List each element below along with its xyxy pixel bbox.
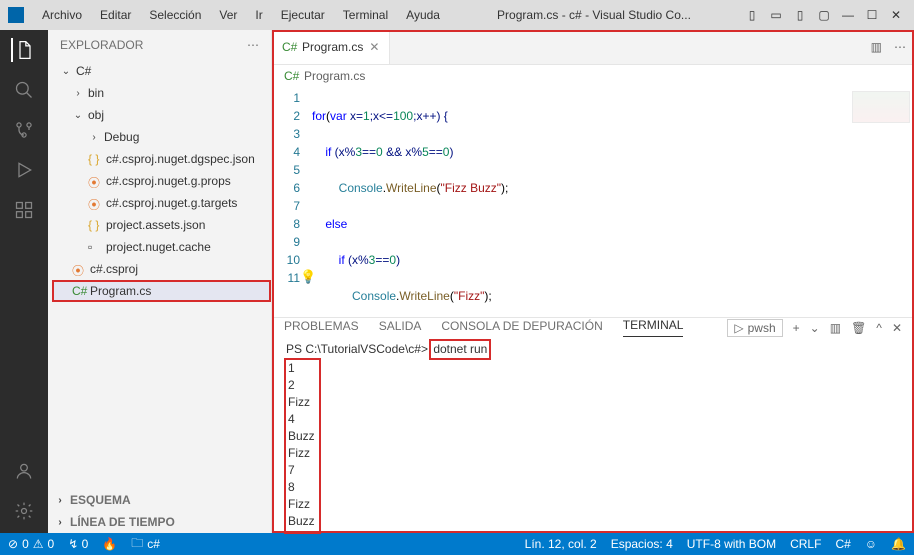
tree-file[interactable]: ⦿c#.csproj.nuget.g.props bbox=[52, 170, 271, 192]
extensions-icon[interactable] bbox=[12, 198, 36, 222]
menu-go[interactable]: Ir bbox=[247, 4, 270, 26]
close-tab-icon[interactable]: ✕ bbox=[369, 40, 379, 54]
status-spaces[interactable]: Espacios: 4 bbox=[611, 537, 673, 551]
close-button[interactable]: ✕ bbox=[886, 5, 906, 25]
layout-bottom-icon[interactable]: ▭ bbox=[766, 5, 786, 25]
tab-program[interactable]: C# Program.cs ✕ bbox=[272, 30, 390, 64]
menu-terminal[interactable]: Terminal bbox=[335, 4, 396, 26]
json-icon: { } bbox=[88, 218, 102, 232]
terminal-prompt: PS C:\TutorialVSCode\c#> bbox=[286, 342, 428, 356]
xml-icon: ⦿ bbox=[72, 262, 86, 276]
file-icon: ▫ bbox=[88, 240, 102, 254]
status-lang[interactable]: C# bbox=[835, 537, 850, 551]
csharp-icon: C# bbox=[72, 284, 86, 298]
menu-file[interactable]: Archivo bbox=[34, 4, 90, 26]
timeline-section[interactable]: ›LÍNEA DE TIEMPO bbox=[48, 511, 271, 533]
activity-bar bbox=[0, 30, 48, 533]
panel-tabs: PROBLEMAS SALIDA CONSOLA DE DEPURACIÓN T… bbox=[272, 318, 914, 337]
menu-selection[interactable]: Selección bbox=[141, 4, 209, 26]
tree-file[interactable]: ⦿c#.csproj bbox=[52, 258, 271, 280]
sidebar-header: EXPLORADOR ⋯ bbox=[48, 30, 271, 60]
tree-file[interactable]: ⦿c#.csproj.nuget.g.targets bbox=[52, 192, 271, 214]
source-control-icon[interactable] bbox=[12, 118, 36, 142]
status-flame[interactable]: 🔥 bbox=[102, 537, 117, 551]
tree-folder-obj[interactable]: ⌄obj bbox=[52, 104, 271, 126]
tree-root[interactable]: ⌄C# bbox=[52, 60, 271, 82]
terminal-command: dotnet run bbox=[431, 341, 489, 358]
file-tree: ⌄C# ›bin ⌄obj ›Debug { }c#.csproj.nuget.… bbox=[48, 60, 271, 489]
tree-folder-debug[interactable]: ›Debug bbox=[52, 126, 271, 148]
status-encoding[interactable]: UTF-8 with BOM bbox=[687, 537, 776, 551]
panel-tab-terminal[interactable]: TERMINAL bbox=[623, 318, 684, 337]
split-editor-icon[interactable]: ▥ bbox=[871, 40, 882, 54]
layout-custom-icon[interactable]: ▢ bbox=[814, 5, 834, 25]
minimap[interactable] bbox=[852, 91, 910, 123]
trash-icon[interactable]: 🗑 bbox=[851, 321, 866, 335]
account-icon[interactable] bbox=[12, 459, 36, 483]
tab-label: Program.cs bbox=[302, 40, 363, 54]
chevron-down-icon[interactable]: ⌄ bbox=[810, 321, 820, 335]
tab-bar: C# Program.cs ✕ ▥ ⋯ bbox=[272, 30, 914, 65]
status-errors[interactable]: ⊘ 0 ⚠ 0 bbox=[8, 537, 54, 551]
csharp-icon: C# bbox=[282, 40, 296, 54]
status-feedback[interactable]: ☺ bbox=[865, 537, 877, 551]
menu-edit[interactable]: Editar bbox=[92, 4, 139, 26]
explorer-title: EXPLORADOR bbox=[60, 38, 143, 52]
tree-folder-bin[interactable]: ›bin bbox=[52, 82, 271, 104]
panel-tab-output[interactable]: SALIDA bbox=[379, 319, 422, 337]
sidebar: EXPLORADOR ⋯ ⌄C# ›bin ⌄obj ›Debug { }c#.… bbox=[48, 30, 272, 533]
maximize-button[interactable]: ☐ bbox=[862, 5, 882, 25]
vscode-logo-icon bbox=[8, 7, 24, 23]
tree-file[interactable]: { }c#.csproj.nuget.dgspec.json bbox=[52, 148, 271, 170]
panel-tab-debug[interactable]: CONSOLA DE DEPURACIÓN bbox=[441, 319, 602, 337]
xml-icon: ⦿ bbox=[88, 196, 102, 210]
explorer-icon[interactable] bbox=[11, 38, 35, 62]
bottom-panel: PROBLEMAS SALIDA CONSOLA DE DEPURACIÓN T… bbox=[272, 317, 914, 533]
layout-right-icon[interactable]: ▯ bbox=[790, 5, 810, 25]
code-editor[interactable]: 💡 1234567891011 for(var x=1;x<=100;x++) … bbox=[272, 87, 914, 317]
run-debug-icon[interactable] bbox=[12, 158, 36, 182]
window-title: Program.cs - c# - Visual Studio Co... bbox=[450, 8, 738, 22]
editor-area: C# Program.cs ✕ ▥ ⋯ C# Program.cs 💡 1234… bbox=[272, 30, 914, 533]
terminal-output: 12Fizz4BuzzFizz78FizzBuzz bbox=[286, 360, 319, 532]
json-icon: { } bbox=[88, 152, 102, 166]
search-icon[interactable] bbox=[12, 78, 36, 102]
status-ports[interactable]: ↯ 0 bbox=[68, 537, 88, 551]
status-bell[interactable]: 🔔 bbox=[891, 537, 906, 551]
tree-file-program[interactable]: C#Program.cs bbox=[52, 280, 271, 302]
maximize-panel-icon[interactable]: ^ bbox=[876, 321, 882, 335]
menu-view[interactable]: Ver bbox=[211, 4, 245, 26]
status-bar: ⊘ 0 ⚠ 0 ↯ 0 🔥 🗀 c# Lín. 12, col. 2 Espac… bbox=[0, 533, 914, 555]
gear-icon[interactable] bbox=[12, 499, 36, 523]
more-icon[interactable]: ⋯ bbox=[894, 40, 906, 54]
lightbulb-icon[interactable]: 💡 bbox=[300, 269, 316, 285]
title-bar: Archivo Editar Selección Ver Ir Ejecutar… bbox=[0, 0, 914, 30]
tree-file[interactable]: { }project.assets.json bbox=[52, 214, 271, 236]
shell-selector[interactable]: ▷pwsh bbox=[727, 319, 782, 337]
code-content[interactable]: for(var x=1;x<=100;x++) { if (x%3==0 && … bbox=[312, 87, 914, 317]
status-eol[interactable]: CRLF bbox=[790, 537, 821, 551]
status-project[interactable]: 🗀 c# bbox=[131, 534, 160, 555]
layout-left-icon[interactable]: ▯ bbox=[742, 5, 762, 25]
breadcrumb[interactable]: C# Program.cs bbox=[272, 65, 914, 87]
more-icon[interactable]: ⋯ bbox=[247, 38, 259, 52]
tree-file[interactable]: ▫project.nuget.cache bbox=[52, 236, 271, 258]
csharp-icon: C# bbox=[284, 69, 298, 83]
outline-section[interactable]: ›ESQUEMA bbox=[48, 489, 271, 511]
panel-tab-problems[interactable]: PROBLEMAS bbox=[284, 319, 359, 337]
new-terminal-icon[interactable]: + bbox=[793, 321, 800, 335]
split-terminal-icon[interactable]: ▥ bbox=[830, 321, 841, 335]
menu-run[interactable]: Ejecutar bbox=[273, 4, 333, 26]
status-lncol[interactable]: Lín. 12, col. 2 bbox=[525, 537, 597, 551]
close-panel-icon[interactable]: ✕ bbox=[892, 321, 902, 335]
minimize-button[interactable]: — bbox=[838, 5, 858, 25]
xml-icon: ⦿ bbox=[88, 174, 102, 188]
menu-help[interactable]: Ayuda bbox=[398, 4, 448, 26]
terminal[interactable]: PS C:\TutorialVSCode\c#> dotnet run 12Fi… bbox=[272, 337, 914, 536]
